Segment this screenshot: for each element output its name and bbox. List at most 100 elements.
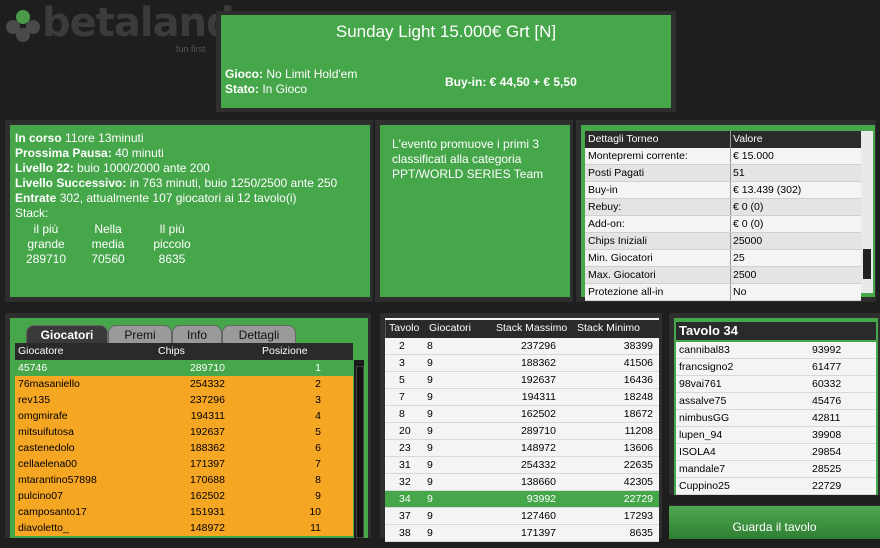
buyin-info: Buy-in: € 44,50 + € 5,50 [445,75,577,89]
table34-player-row[interactable]: mandale7 28525 [676,461,876,478]
table-cell: 17293 [623,510,653,522]
table-cell: Add-on: [588,218,625,230]
table-cell: omgmirafe [18,410,68,422]
table-cell: 23 [399,442,411,454]
table34-player-row[interactable]: assalve75 45476 [676,393,876,410]
table34-player-row[interactable]: 98vai761 60332 [676,376,876,393]
players-scrollbar[interactable] [354,360,364,538]
table-cell: cannibal83 [679,344,730,356]
watch-table-button[interactable]: Guarda il tavolo [669,505,880,539]
players-scroll-thumb[interactable] [356,366,364,538]
player-row[interactable]: pulcino07 162502 9 [15,488,353,504]
table34-player-row[interactable]: lupen_94 39908 [676,427,876,444]
table-cell: Buy-in [588,184,618,196]
clover-icon [6,10,40,42]
table-cell: 37 [399,510,411,522]
table-row[interactable]: 2 8 237296 38399 [385,338,659,355]
table-cell: 237296 [520,340,556,352]
player-row[interactable]: 45746 289710 1 [15,360,353,376]
details-scrollbar[interactable] [861,131,873,293]
table-row[interactable]: 38 9 171397 8635 [385,525,659,542]
details-row: Montepremi corrente: € 15.000 [585,148,861,165]
table-cell: 11208 [624,425,653,437]
tab-info[interactable]: Info [172,325,222,344]
table-cell: 9 [427,391,433,403]
table-cell: 192637 [189,426,225,438]
table-cell: 4 [315,410,321,422]
table-row[interactable]: 7 9 194311 18248 [385,389,659,406]
table34-player-row[interactable]: Cuppino25 22729 [676,478,876,495]
table-cell: francsigno2 [679,361,734,373]
table-cell: 18672 [623,408,653,420]
table-cell: 31 [399,459,411,471]
table-cell: 148972 [520,442,556,454]
table-cell: 148972 [189,522,225,534]
table-cell: 1 [315,362,321,374]
table-cell: Chips Iniziali [588,235,647,247]
details-row: Add-on: € 0 (0) [585,216,861,233]
players-table: Giocatore Chips Posizione 45746 289710 1 76… [15,343,353,536]
table-cell: 60332 [812,378,842,390]
table-row[interactable]: 31 9 254332 22635 [385,457,659,474]
table-cell: 93992 [526,493,556,505]
table-cell: 254332 [189,378,225,390]
table-cell: 98vai761 [679,378,722,390]
table-cell: 10 [309,506,321,518]
player-row[interactable]: cellaelena00 171397 7 [15,456,353,472]
table-row[interactable]: 37 9 127460 17293 [385,508,659,525]
table-row[interactable]: 8 9 162502 18672 [385,406,659,423]
table-row[interactable]: 23 9 148972 13606 [385,440,659,457]
tournament-details-panel: Dettagli Torneo Valore Montepremi corren… [581,125,875,301]
table34-player-row[interactable]: ISOLA4 29854 [676,444,876,461]
table-cell: 9 [427,425,433,437]
details-row: Protezione all-in No [585,284,861,301]
table-row[interactable]: 34 9 93992 22729 [385,491,659,508]
table34-player-row[interactable]: cannibal83 93992 [676,342,876,359]
table-cell: 194311 [521,391,556,403]
tab-giocatori[interactable]: Giocatori [26,325,108,344]
table34-player-row[interactable]: nimbusGG 42811 [676,410,876,427]
table-cell: 20 [399,425,411,437]
player-row[interactable]: camposanto17 151931 10 [15,504,353,520]
table-cell: 8635 [629,527,653,539]
table-cell: diavoletto_ [18,522,69,534]
table-cell: 13606 [623,442,653,454]
player-row[interactable]: rev135 237296 3 [15,392,353,408]
table-row[interactable]: 5 9 192637 16436 [385,372,659,389]
table-cell: € 15.000 [733,150,774,162]
table-row[interactable]: 20 9 289710 11208 [385,423,659,440]
table-cell: 42305 [623,476,653,488]
table-cell: 289710 [189,362,225,374]
table-cell: cellaelena00 [18,458,77,470]
player-row[interactable]: castenedolo 188362 6 [15,440,353,456]
details-table: Dettagli Torneo Valore Montepremi corren… [585,131,861,301]
tournament-header: Sunday Light 15.000€ Grt [N] Gioco: No L… [221,15,671,108]
table-cell: 151931 [189,506,225,518]
details-header: Dettagli Torneo Valore [585,131,861,148]
table-cell: 8 [315,474,321,486]
table-cell: 51 [733,167,745,179]
table-cell: pulcino07 [18,490,63,502]
table-cell: 188362 [520,357,556,369]
tab-premi[interactable]: Premi [108,325,172,344]
table-row[interactable]: 32 9 138660 42305 [385,474,659,491]
table-cell: 2500 [733,269,757,281]
table-cell: castenedolo [18,442,75,454]
details-scroll-thumb[interactable] [863,249,871,279]
players-panel: Giocatori Premi Info Dettagli Giocatore … [10,318,368,538]
player-row[interactable]: omgmirafe 194311 4 [15,408,353,424]
players-header: Giocatore Chips Posizione [15,343,353,360]
table-cell: 8 [427,340,433,352]
table34-player-row[interactable]: francsigno2 61477 [676,359,876,376]
table-cell: 9 [427,493,433,505]
table-cell: Montepremi corrente: [588,150,688,162]
table-cell: 38399 [623,340,653,352]
player-row[interactable]: mtarantino57898 170688 8 [15,472,353,488]
player-row[interactable]: 76masaniello 254332 2 [15,376,353,392]
table-cell: 188362 [189,442,225,454]
table-cell: 93992 [812,344,842,356]
tab-dettagli[interactable]: Dettagli [222,325,296,344]
player-row[interactable]: mitsuifutosa 192637 5 [15,424,353,440]
table-row[interactable]: 3 9 188362 41506 [385,355,659,372]
player-row[interactable]: diavoletto_ 148972 11 [15,520,353,536]
